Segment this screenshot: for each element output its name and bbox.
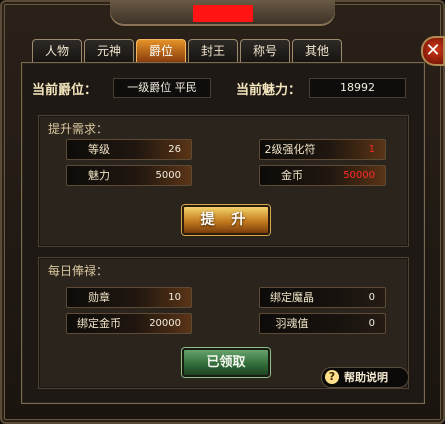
req-charm: 魅力 5000 [66,165,192,186]
req-charm-label: 魅力 [88,169,110,182]
tab-title[interactable]: 称号 [240,39,290,62]
salary-bound-crystal: 绑定魔晶 0 [259,287,386,308]
tab-rank[interactable]: 爵位 [136,39,186,62]
req-gold: 金币 50000 [259,165,386,186]
salary-bound-gold-value: 20000 [149,318,181,329]
req-rune: 2级强化符 1 [259,139,386,160]
salary-bound-gold: 绑定金币 20000 [66,313,192,334]
req-gold-label: 金币 [281,169,303,182]
req-level-value: 26 [168,144,181,155]
help-button[interactable]: ? 帮助说明 [321,367,409,388]
req-gold-value: 50000 [343,170,375,181]
salary-bound-crystal-label: 绑定魔晶 [270,291,314,304]
req-rune-value: 1 [368,144,375,155]
salary-soul: 羽魂值 0 [259,313,386,334]
req-level: 等级 26 [66,139,192,160]
salary-medal: 勋章 10 [66,287,192,308]
current-rank-label: 当前爵位： [32,83,98,98]
upgrade-button[interactable]: 提 升 [182,205,270,235]
req-rune-label: 2级强化符 [264,143,316,156]
claimed-button[interactable]: 已领取 [182,348,270,377]
tab-other[interactable]: 其他 [292,39,342,62]
help-label: 帮助说明 [344,371,388,384]
current-rank-value: 一级爵位 平民 [113,78,211,98]
title-bar-marker [193,5,253,22]
tab-king[interactable]: 封王 [188,39,238,62]
req-level-label: 等级 [88,143,110,156]
daily-salary-title: 每日俸禄： [48,264,109,278]
current-charm-label: 当前魅力： [236,83,302,98]
salary-soul-value: 0 [368,318,375,329]
salary-soul-label: 羽魂值 [275,317,309,330]
rank-panel: 当前爵位： 一级爵位 平民 当前魅力： 18992 提升需求： 等级 26 魅力… [21,62,425,404]
req-charm-value: 5000 [155,170,181,181]
upgrade-requirements-title: 提升需求： [48,122,109,136]
close-icon: ✕ [425,40,441,61]
salary-bound-gold-label: 绑定金币 [77,317,121,330]
title-ornament [110,0,335,26]
current-charm-value: 18992 [309,78,406,98]
salary-medal-label: 勋章 [88,291,110,304]
salary-bound-crystal-value: 0 [368,292,375,303]
salary-medal-value: 10 [168,292,181,303]
question-icon: ? [325,370,339,384]
tab-character[interactable]: 人物 [32,39,82,62]
tab-spirit[interactable]: 元神 [84,39,134,62]
